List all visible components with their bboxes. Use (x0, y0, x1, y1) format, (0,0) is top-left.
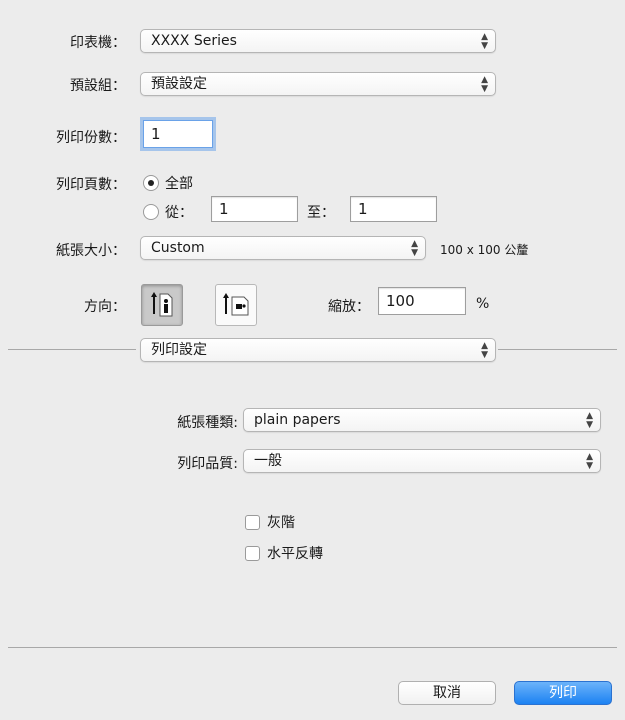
section-popup[interactable]: 列印設定 ▲ ▼ (140, 338, 496, 362)
pages-to-field[interactable]: 1 (350, 196, 437, 222)
print-quality-label: 列印品質: (177, 456, 238, 472)
grayscale-checkbox[interactable] (245, 515, 260, 530)
orientation-label: 方向： (84, 299, 126, 315)
pages-label: 列印頁數： (56, 177, 126, 193)
print-quality-value: 一般 (254, 453, 282, 469)
pages-from-field[interactable]: 1 (211, 196, 298, 222)
orientation-portrait-button[interactable] (141, 284, 183, 326)
scale-unit: % (476, 296, 490, 312)
popup-arrows-icon: ▲ ▼ (481, 341, 488, 360)
grayscale-label: 灰階 (267, 515, 295, 531)
popup-arrows-icon: ▲ ▼ (481, 32, 488, 51)
copies-label: 列印份數： (56, 130, 126, 146)
paper-size-value: Custom (151, 240, 205, 256)
section-value: 列印設定 (151, 342, 207, 358)
mirror-label: 水平反轉 (267, 546, 323, 562)
pages-from-label: 從： (165, 205, 193, 221)
scale-field[interactable]: 100 (378, 287, 466, 315)
popup-arrows-icon: ▲ ▼ (586, 452, 593, 471)
paper-size-label: 紙張大小： (56, 243, 126, 259)
footer-divider (8, 647, 617, 648)
pages-to-label: 至： (307, 205, 335, 221)
section-divider-left (8, 349, 136, 350)
printer-value: XXXX Series (151, 33, 237, 49)
media-type-popup[interactable]: plain papers ▲ ▼ (243, 408, 601, 432)
printer-popup[interactable]: XXXX Series ▲ ▼ (140, 29, 496, 53)
media-type-label: 紙張種類: (177, 415, 238, 431)
media-type-value: plain papers (254, 412, 341, 428)
presets-popup[interactable]: 預設設定 ▲ ▼ (140, 72, 496, 96)
popup-arrows-icon: ▲ ▼ (411, 239, 418, 258)
popup-arrows-icon: ▲ ▼ (586, 411, 593, 430)
presets-value: 預設設定 (151, 76, 207, 92)
section-divider-right (498, 349, 617, 350)
presets-label: 預設組： (70, 78, 126, 94)
portrait-icon (151, 292, 173, 317)
print-button[interactable]: 列印 (514, 681, 612, 705)
pages-all-label: 全部 (165, 176, 193, 192)
popup-arrows-icon: ▲ ▼ (481, 75, 488, 94)
mirror-checkbox[interactable] (245, 546, 260, 561)
paper-size-dimensions: 100 x 100 公釐 (440, 243, 529, 257)
orientation-landscape-button[interactable] (215, 284, 257, 326)
cancel-button[interactable]: 取消 (398, 681, 496, 705)
scale-label: 縮放： (328, 299, 370, 315)
pages-all-radio[interactable] (143, 175, 159, 191)
print-quality-popup[interactable]: 一般 ▲ ▼ (243, 449, 601, 473)
copies-field[interactable]: 1 (143, 120, 213, 148)
pages-range-radio[interactable] (143, 204, 159, 220)
printer-label: 印表機： (70, 35, 126, 51)
landscape-icon (223, 293, 249, 316)
paper-size-popup[interactable]: Custom ▲ ▼ (140, 236, 426, 260)
